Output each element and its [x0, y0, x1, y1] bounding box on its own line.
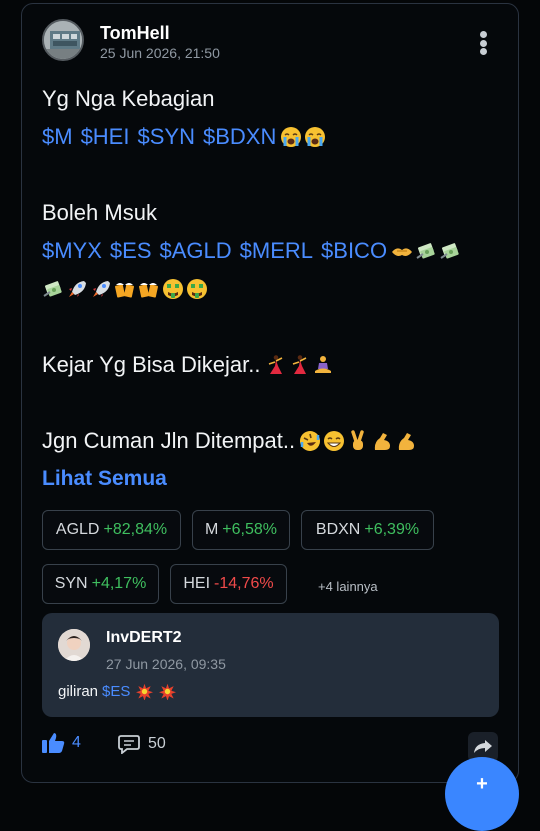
stock-chip[interactable]: SYN +4,17%	[42, 564, 159, 604]
comment-text: giliran $ES	[58, 683, 178, 700]
victory-hand-icon	[347, 430, 369, 452]
comment-count: 50	[148, 735, 166, 752]
comment-icon	[118, 735, 140, 754]
money-with-wings-icon	[439, 240, 461, 262]
ticker-link[interactable]: $MYX	[42, 237, 102, 265]
post-line-5	[42, 270, 512, 308]
see-all-row: Lihat Semua	[42, 460, 512, 498]
crying-face-icon	[304, 126, 326, 148]
ticker-link[interactable]: $SYN	[137, 123, 194, 151]
beer-mugs-icon	[114, 278, 136, 300]
commenter-avatar[interactable]	[58, 629, 90, 661]
post-line-7: Jgn Cuman Jln Ditempat..	[42, 422, 512, 460]
post-card[interactable]: TomHell 25 Jun 2026, 21:50 Yg Nga Kebagi…	[21, 3, 519, 783]
stock-chip[interactable]: HEI -14,76%	[170, 564, 287, 604]
money-mouth-face-icon	[186, 278, 208, 300]
ticker-link[interactable]: $HEI	[81, 123, 130, 151]
ticker-link[interactable]: $BICO	[321, 237, 387, 265]
money-with-wings-icon	[42, 278, 64, 300]
flexed-biceps-icon	[395, 430, 417, 452]
crying-face-icon	[280, 126, 302, 148]
top-comment[interactable]: InvDERT2 27 Jun 2026, 09:35 giliran $ES	[42, 613, 499, 717]
ticker-link[interactable]: $ES	[102, 683, 130, 700]
post-line-2: $M $HEI $SYN $BDXN	[42, 118, 512, 156]
author-name[interactable]: TomHell	[100, 23, 170, 44]
ticker-link[interactable]: $MERL	[240, 237, 313, 265]
beer-mugs-icon	[138, 278, 160, 300]
post-line-4: $MYX $ES $AGLD $MERL $BICO	[42, 232, 512, 270]
post-line-3: Boleh Msuk	[42, 200, 157, 225]
stock-chip[interactable]: M +6,58%	[192, 510, 290, 550]
grinning-face-icon	[323, 430, 345, 452]
ticker-link[interactable]: $BDXN	[203, 123, 276, 151]
flexed-biceps-icon	[371, 430, 393, 452]
money-with-wings-icon	[415, 240, 437, 262]
stock-chip[interactable]: BDXN +6,39%	[301, 510, 434, 550]
fab-icon: +	[476, 773, 488, 795]
post-actions: 4 50	[42, 730, 499, 764]
share-icon	[474, 740, 492, 753]
ticker-link[interactable]: $AGLD	[160, 237, 232, 265]
thumbs-up-icon	[42, 733, 65, 753]
collision-icon	[136, 683, 153, 700]
meditation-icon	[312, 354, 334, 376]
ticker-link[interactable]: $ES	[110, 237, 152, 265]
post-line-6: Kejar Yg Bisa Dikejar..	[42, 346, 512, 384]
commenter-name[interactable]: InvDERT2	[106, 629, 182, 647]
rofl-icon	[299, 430, 321, 452]
see-all-link[interactable]: Lihat Semua	[42, 465, 167, 493]
comment-timestamp: 27 Jun 2026, 09:35	[106, 656, 226, 672]
rocket-icon	[90, 278, 112, 300]
dancer-icon	[264, 354, 286, 376]
rocket-icon	[66, 278, 88, 300]
post-content: Yg Nga Kebagian $M $HEI $SYN $BDXN Boleh…	[42, 80, 512, 498]
more-stocks-link[interactable]: +4 lainnya	[318, 579, 378, 594]
more-options-icon[interactable]	[473, 28, 493, 58]
ticker-link[interactable]: $M	[42, 123, 73, 151]
money-mouth-face-icon	[162, 278, 184, 300]
post-line-1: Yg Nga Kebagian	[42, 86, 215, 111]
comment-button[interactable]: 50	[118, 734, 166, 754]
like-button[interactable]: 4	[42, 732, 81, 754]
floating-action-button[interactable]: +	[445, 757, 519, 831]
post-timestamp: 25 Jun 2026, 21:50	[100, 45, 220, 61]
author-avatar[interactable]	[42, 19, 84, 61]
like-count: 4	[72, 734, 81, 751]
handshake-icon	[391, 240, 413, 262]
dancer-icon	[288, 354, 310, 376]
collision-icon	[159, 683, 176, 700]
stock-chip[interactable]: AGLD +82,84%	[42, 510, 181, 550]
